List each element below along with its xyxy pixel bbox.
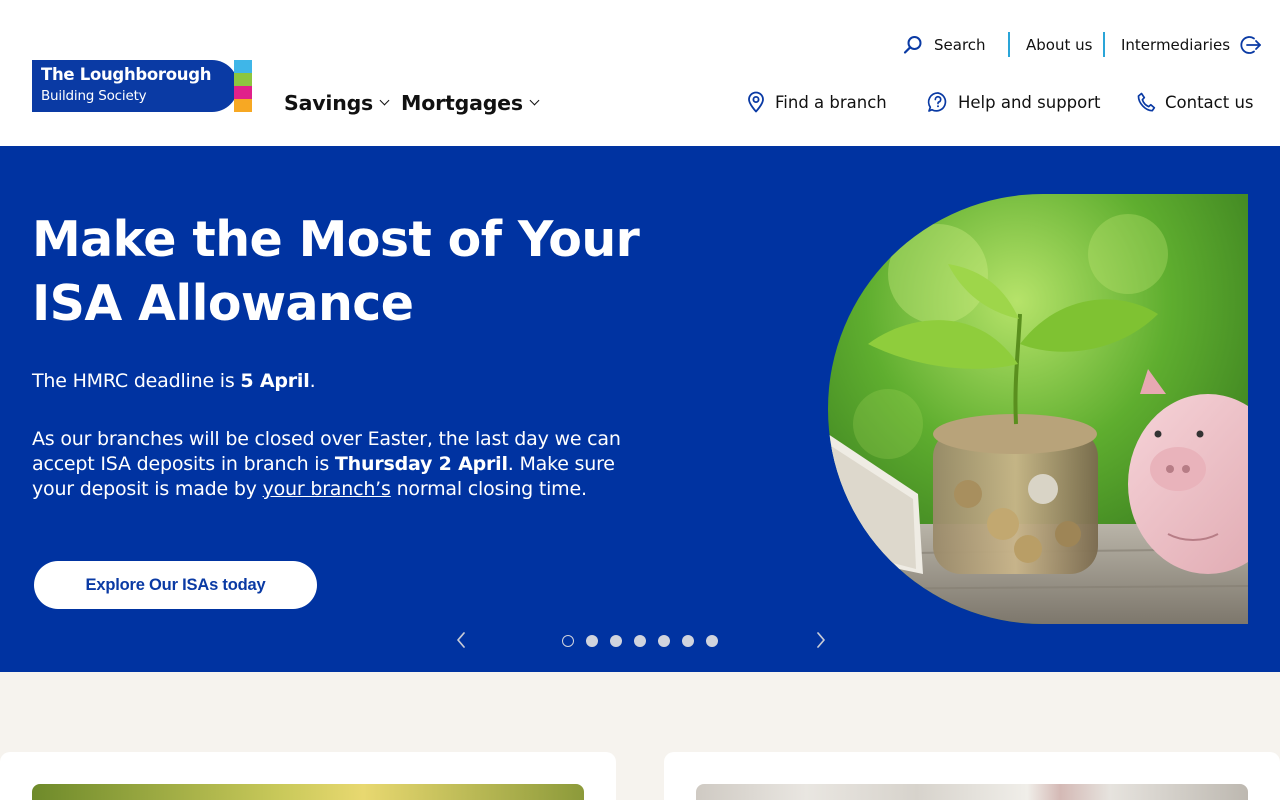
chevron-down-icon — [379, 95, 390, 106]
about-us-label: About us — [1026, 36, 1093, 54]
plant-coins-piggy-bank-image — [828, 194, 1248, 624]
carousel-dot[interactable] — [658, 635, 670, 647]
search-icon — [903, 36, 922, 54]
promo-cards-section — [0, 672, 1280, 800]
chevron-right-icon — [817, 632, 825, 648]
chevron-down-icon — [529, 95, 540, 106]
help-chat-icon — [927, 92, 947, 112]
contact-us-link[interactable]: Contact us — [1136, 88, 1254, 116]
logo-subtitle: Building Society — [41, 88, 147, 104]
carousel-dot[interactable] — [706, 635, 718, 647]
nav-mortgages-label: Mortgages — [401, 91, 523, 115]
site-header: The Loughborough Building Society Search… — [0, 0, 1280, 146]
logo-box: The Loughborough Building Society — [32, 60, 238, 112]
promo-card-image — [696, 784, 1248, 800]
contact-us-label: Contact us — [1165, 92, 1254, 112]
search-link[interactable]: Search — [903, 32, 986, 58]
carousel-dot[interactable] — [634, 635, 646, 647]
your-branch-link[interactable]: your branch’s — [263, 478, 391, 500]
promo-card[interactable] — [664, 752, 1280, 800]
intermediaries-label: Intermediaries — [1121, 36, 1231, 54]
divider — [1103, 32, 1105, 57]
nav-mortgages[interactable]: Mortgages — [401, 88, 540, 118]
find-branch-label: Find a branch — [775, 92, 887, 112]
nav-savings-label: Savings — [284, 91, 374, 115]
about-us-link[interactable]: About us — [1026, 32, 1092, 58]
logo-title: The Loughborough — [41, 65, 212, 84]
intermediaries-link[interactable]: Intermediaries — [1121, 32, 1262, 58]
hero-easter-text: As our branches will be closed over East… — [32, 428, 621, 500]
carousel-dot[interactable] — [610, 635, 622, 647]
site-logo[interactable]: The Loughborough Building Society — [32, 60, 252, 112]
carousel-dot[interactable] — [682, 635, 694, 647]
carousel-dots — [562, 635, 730, 647]
carousel-next-button[interactable] — [810, 630, 830, 650]
chevron-left-icon — [457, 632, 465, 648]
explore-isas-button[interactable]: Explore Our ISAs today — [34, 561, 317, 609]
carousel-prev-button[interactable] — [452, 630, 472, 650]
carousel-dot[interactable] — [586, 635, 598, 647]
find-branch-link[interactable]: Find a branch — [746, 88, 887, 116]
hero-carousel: Make the Most of Your ISA Allowance The … — [0, 146, 1280, 672]
promo-card-image — [32, 784, 584, 800]
location-pin-icon — [748, 91, 764, 113]
divider — [1008, 32, 1010, 57]
help-support-link[interactable]: Help and support — [927, 88, 1101, 116]
search-label: Search — [934, 36, 986, 54]
promo-card[interactable] — [0, 752, 616, 800]
nav-savings[interactable]: Savings — [284, 88, 390, 118]
logo-color-bars — [234, 60, 252, 112]
carousel-dot[interactable] — [562, 635, 574, 647]
help-support-label: Help and support — [958, 92, 1101, 112]
hero-deadline-text: The HMRC deadline is 5 April. — [32, 370, 316, 392]
phone-icon — [1137, 92, 1156, 112]
hero-title: Make the Most of Your ISA Allowance — [32, 211, 640, 332]
sign-out-arrow-icon — [1240, 36, 1261, 54]
